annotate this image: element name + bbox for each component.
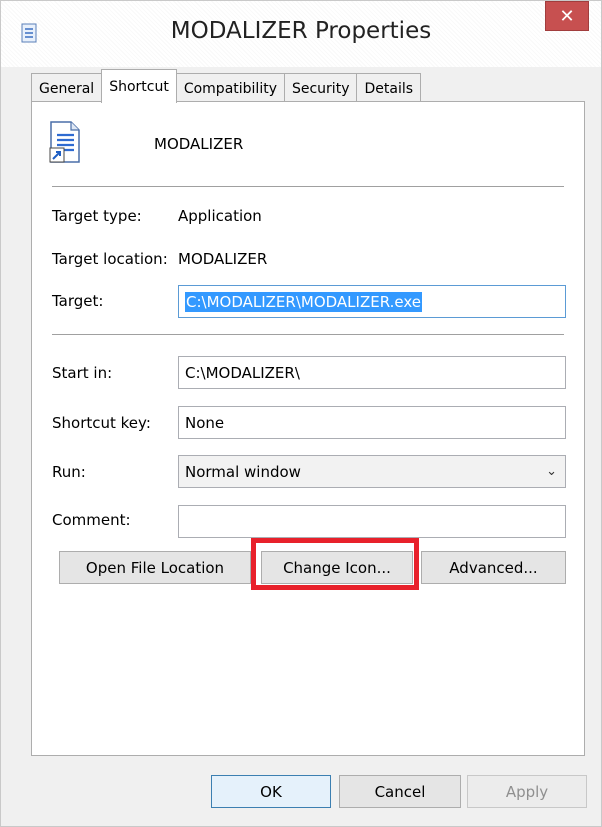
ok-button[interactable]: OK (211, 775, 331, 808)
properties-dialog: MODALIZER Properties ✕ General Shortcut … (0, 0, 602, 827)
run-select-value: Normal window (185, 462, 301, 481)
shortcut-key-label: Shortcut key: (52, 414, 151, 432)
target-label: Target: (52, 292, 104, 310)
shortcut-key-text: None (185, 413, 225, 432)
apply-button[interactable]: Apply (467, 775, 587, 808)
target-location-value: MODALIZER (178, 250, 268, 268)
comment-label: Comment: (52, 511, 131, 529)
window-title: MODALIZER Properties (170, 18, 432, 44)
target-type-value: Application (178, 207, 262, 225)
cancel-button[interactable]: Cancel (339, 775, 461, 808)
tab-shortcut[interactable]: Shortcut (101, 69, 177, 103)
target-location-label: Target location: (52, 250, 168, 268)
change-icon-button[interactable]: Change Icon... (261, 551, 413, 584)
run-label: Run: (52, 463, 86, 481)
tab-security[interactable]: Security (283, 73, 358, 103)
shortcut-file-icon (49, 121, 80, 163)
open-file-location-button[interactable]: Open File Location (59, 551, 251, 584)
shortcut-key-input[interactable]: None (178, 406, 566, 439)
target-type-label: Target type: (52, 207, 142, 225)
close-button[interactable]: ✕ (545, 1, 589, 31)
tab-compatibility[interactable]: Compatibility (175, 73, 285, 103)
shortcut-name: MODALIZER (154, 135, 244, 153)
separator (52, 334, 564, 335)
comment-input[interactable] (178, 505, 566, 538)
tab-details[interactable]: Details (356, 73, 422, 103)
close-icon: ✕ (559, 5, 575, 27)
start-in-text: C:\MODALIZER\ (185, 363, 300, 382)
start-in-label: Start in: (52, 364, 113, 382)
separator (52, 186, 564, 187)
shortcut-panel: MODALIZER Target type: Application Targe… (31, 101, 585, 756)
target-input[interactable]: C:\MODALIZER\MODALIZER.exe (178, 285, 566, 318)
run-select[interactable]: Normal window ⌄ (178, 455, 566, 488)
tab-general[interactable]: General (31, 73, 103, 103)
chevron-down-icon: ⌄ (546, 464, 557, 479)
advanced-button[interactable]: Advanced... (421, 551, 566, 584)
start-in-input[interactable]: C:\MODALIZER\ (178, 356, 566, 389)
target-input-text: C:\MODALIZER\MODALIZER.exe (185, 291, 422, 312)
tab-strip: General Shortcut Compatibility Security … (31, 69, 422, 103)
title-bar[interactable]: MODALIZER Properties ✕ (1, 1, 601, 67)
